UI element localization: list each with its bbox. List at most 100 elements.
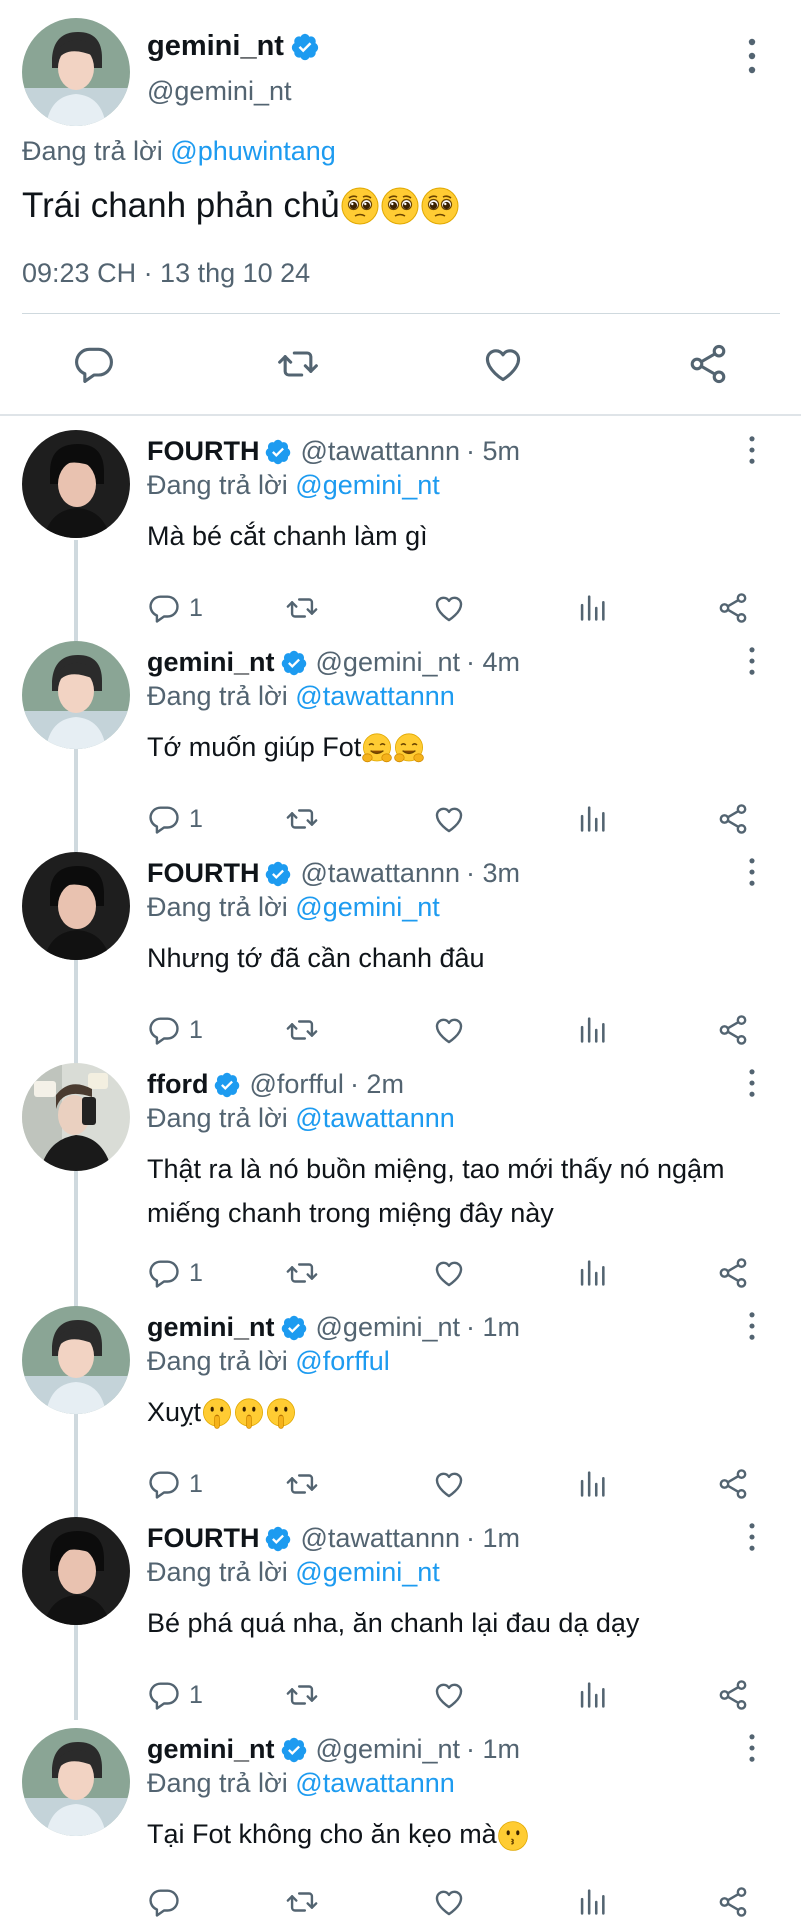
author-handle[interactable]: @gemini_nt bbox=[316, 1312, 460, 1343]
retweet-icon[interactable] bbox=[285, 1253, 319, 1293]
replying-to-link[interactable]: @gemini_nt bbox=[295, 892, 439, 922]
replying-to-link[interactable]: @gemini_nt bbox=[295, 470, 439, 500]
author-handle[interactable]: @forfful bbox=[249, 1069, 343, 1100]
reply-button[interactable]: 1 bbox=[147, 1010, 203, 1050]
like-icon[interactable] bbox=[432, 1253, 466, 1293]
more-options-icon[interactable] bbox=[748, 645, 756, 677]
like-icon[interactable] bbox=[432, 1010, 466, 1050]
like-icon[interactable] bbox=[481, 342, 525, 386]
main-tweet: gemini_nt @gemini_nt Đang trả lời @phuwi… bbox=[0, 0, 801, 415]
reply-count: 1 bbox=[189, 804, 203, 833]
replying-to: Đang trả lời @gemini_nt bbox=[147, 892, 440, 923]
avatar-fourth[interactable] bbox=[22, 852, 130, 960]
reply-actions: 1 bbox=[147, 1464, 787, 1504]
reply-button[interactable]: 1 bbox=[147, 1675, 203, 1715]
author-handle[interactable]: @gemini_nt bbox=[316, 647, 460, 678]
reply-count: 1 bbox=[189, 1680, 203, 1709]
retweet-icon[interactable] bbox=[276, 342, 320, 386]
retweet-icon[interactable] bbox=[285, 1464, 319, 1504]
like-icon[interactable] bbox=[432, 1675, 466, 1715]
author-name[interactable]: gemini_nt bbox=[147, 30, 320, 63]
author-name[interactable]: FOURTH bbox=[147, 1523, 259, 1554]
share-icon[interactable] bbox=[716, 1464, 750, 1504]
more-options-icon[interactable] bbox=[748, 1310, 756, 1342]
more-options-icon[interactable] bbox=[748, 1067, 756, 1099]
replying-to-link[interactable]: @forfful bbox=[295, 1346, 389, 1376]
share-icon[interactable] bbox=[716, 1675, 750, 1715]
avatar-fford[interactable] bbox=[22, 1063, 130, 1171]
more-options-icon[interactable] bbox=[748, 36, 756, 76]
reply-count: 1 bbox=[189, 1258, 203, 1287]
share-icon[interactable] bbox=[716, 1010, 750, 1050]
reply-button[interactable] bbox=[147, 1882, 189, 1920]
author-name[interactable]: gemini_nt bbox=[147, 1312, 275, 1343]
author-name[interactable]: gemini_nt bbox=[147, 1734, 275, 1765]
reply-icon[interactable] bbox=[72, 342, 116, 386]
more-options-icon[interactable] bbox=[748, 434, 756, 466]
verified-badge-icon bbox=[280, 649, 308, 677]
retweet-icon[interactable] bbox=[285, 799, 319, 839]
stats-icon[interactable] bbox=[575, 1010, 609, 1050]
stats-icon[interactable] bbox=[575, 1253, 609, 1293]
verified-badge-icon bbox=[264, 860, 292, 888]
author-handle[interactable]: @tawattannn bbox=[300, 436, 460, 467]
like-icon[interactable] bbox=[432, 588, 466, 628]
author-handle[interactable]: @gemini_nt bbox=[316, 1734, 460, 1765]
author-handle[interactable]: @tawattannn bbox=[300, 858, 460, 889]
share-icon[interactable] bbox=[686, 342, 730, 386]
reply-count: 1 bbox=[189, 593, 203, 622]
reply-text-body: Xuỵt bbox=[147, 1397, 202, 1427]
more-options-icon[interactable] bbox=[748, 1521, 756, 1553]
retweet-icon[interactable] bbox=[285, 1010, 319, 1050]
author-name[interactable]: FOURTH bbox=[147, 858, 259, 889]
stats-icon[interactable] bbox=[575, 1464, 609, 1504]
stats-icon[interactable] bbox=[575, 1882, 609, 1920]
verified-badge-icon bbox=[290, 32, 320, 62]
verified-badge-icon bbox=[280, 1314, 308, 1342]
avatar-fourth[interactable] bbox=[22, 1517, 130, 1625]
avatar-gemini[interactable] bbox=[22, 641, 130, 749]
avatar-fourth[interactable] bbox=[22, 430, 130, 538]
author-name-text: gemini_nt bbox=[147, 30, 284, 62]
more-options-icon[interactable] bbox=[748, 856, 756, 888]
avatar-gemini[interactable] bbox=[22, 1728, 130, 1836]
share-icon[interactable] bbox=[716, 1882, 750, 1920]
reply-button[interactable]: 1 bbox=[147, 588, 203, 628]
like-icon[interactable] bbox=[432, 1882, 466, 1920]
like-icon[interactable] bbox=[432, 1464, 466, 1504]
replying-to-link[interactable]: @tawattannn bbox=[295, 1768, 455, 1798]
author-handle[interactable]: @tawattannn bbox=[300, 1523, 460, 1554]
avatar-gemini[interactable] bbox=[22, 1306, 130, 1414]
stats-icon[interactable] bbox=[575, 1675, 609, 1715]
reply-text-body: Tớ muốn giúp Fot bbox=[147, 732, 362, 762]
replying-to-link[interactable]: @tawattannn bbox=[295, 1103, 455, 1133]
tweet-timestamp[interactable]: 09:23 CH · 13 thg 10 24 bbox=[22, 258, 310, 289]
divider bbox=[22, 313, 780, 314]
replying-to-link[interactable]: @tawattannn bbox=[295, 681, 455, 711]
author-name[interactable]: fford bbox=[147, 1069, 208, 1100]
replying-prefix: Đang trả lời bbox=[147, 681, 288, 711]
share-icon[interactable] bbox=[716, 1253, 750, 1293]
stats-icon[interactable] bbox=[575, 799, 609, 839]
stats-icon[interactable] bbox=[575, 588, 609, 628]
share-icon[interactable] bbox=[716, 799, 750, 839]
reply-text: Bé phá quá nha, ăn chanh lại đau dạ dạy bbox=[147, 1601, 787, 1645]
author-name[interactable]: gemini_nt bbox=[147, 647, 275, 678]
reply-button[interactable]: 1 bbox=[147, 799, 203, 839]
avatar-gemini[interactable] bbox=[22, 18, 130, 126]
retweet-icon[interactable] bbox=[285, 588, 319, 628]
reply-button[interactable]: 1 bbox=[147, 1464, 203, 1504]
retweet-icon[interactable] bbox=[285, 1882, 319, 1920]
shushing-face-emoji bbox=[201, 1398, 233, 1430]
reply-time: · 1m bbox=[466, 1523, 520, 1553]
reply-button[interactable]: 1 bbox=[147, 1253, 203, 1293]
author-handle[interactable]: @gemini_nt bbox=[147, 76, 291, 107]
author-name[interactable]: FOURTH bbox=[147, 436, 259, 467]
replying-to-link[interactable]: @gemini_nt bbox=[295, 1557, 439, 1587]
share-icon[interactable] bbox=[716, 588, 750, 628]
retweet-icon[interactable] bbox=[285, 1675, 319, 1715]
replying-to-link[interactable]: @phuwintang bbox=[170, 136, 336, 166]
replying-to: Đang trả lời @gemini_nt bbox=[147, 470, 440, 501]
like-icon[interactable] bbox=[432, 799, 466, 839]
more-options-icon[interactable] bbox=[748, 1732, 756, 1764]
